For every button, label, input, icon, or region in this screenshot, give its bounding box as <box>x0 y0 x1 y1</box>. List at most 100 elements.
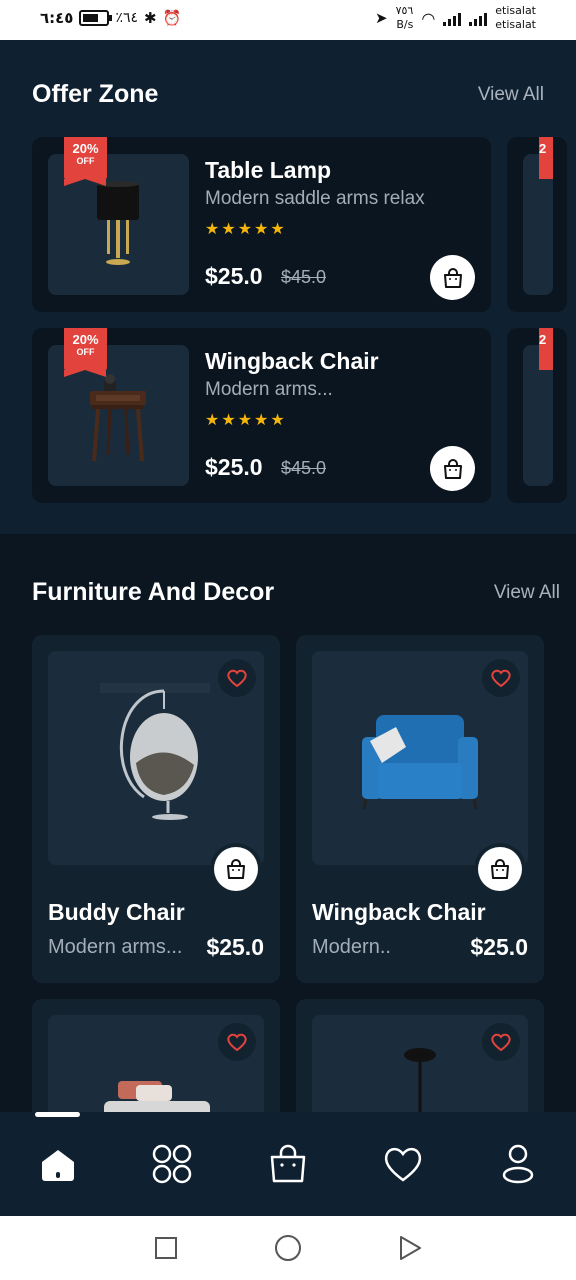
product-price: $25.0 <box>205 263 263 289</box>
star-icon: ★ <box>254 221 269 238</box>
nav-cart[interactable] <box>264 1140 312 1188</box>
bag-icon <box>443 267 462 288</box>
status-right: ➤ ٧٥٦ B/s ◠ etisalat etisalat <box>375 4 536 32</box>
offer-card[interactable]: 20% OFF Wingback Chair Modern arms... ★ ★… <box>32 328 491 503</box>
bag-icon <box>491 859 509 879</box>
add-to-cart-button[interactable] <box>430 446 475 491</box>
favorite-button[interactable] <box>482 1023 520 1061</box>
nav-active-indicator <box>35 1112 80 1117</box>
bag-icon <box>443 458 462 479</box>
status-left: ٦:٤٥ ٪٦٤ ✱ ⏰ <box>40 9 181 27</box>
add-to-cart-circle <box>214 847 258 891</box>
heart-icon <box>227 1033 247 1052</box>
add-to-cart-button[interactable] <box>210 843 262 895</box>
discount-percent: 20% <box>72 332 99 347</box>
bag-icon <box>270 1144 306 1183</box>
product-price: $25.0 <box>205 454 263 480</box>
net-speed-value: ٧٥٦ <box>395 4 414 17</box>
star-icon: ★ <box>237 221 253 238</box>
offer-card[interactable]: 20% OFF Table Lamp Modern saddle arms re… <box>32 137 491 312</box>
product-image <box>312 651 528 865</box>
discount-badge: 2 <box>539 328 553 370</box>
product-desc: Modern arms... <box>48 936 183 958</box>
system-nav <box>0 1216 576 1280</box>
heart-icon <box>384 1147 422 1182</box>
heart-icon <box>491 669 511 688</box>
square-icon <box>155 1237 177 1259</box>
discount-badge: 20% OFF <box>64 328 107 377</box>
furniture-view-all-link[interactable]: View All <box>494 582 560 604</box>
product-old-price: $45.0 <box>281 458 327 478</box>
furniture-title: Furniture And Decor <box>32 578 275 606</box>
star-icon: ★ <box>205 221 220 238</box>
net-speed: ٧٥٦ B/s <box>396 4 414 32</box>
bag-icon <box>227 859 245 879</box>
product-name: Wingback Chair <box>205 348 379 374</box>
net-speed-unit: B/s <box>396 18 414 31</box>
battery-icon <box>79 10 113 26</box>
home-icon <box>42 1150 74 1181</box>
recents-button[interactable] <box>150 1232 182 1264</box>
home-button[interactable] <box>272 1232 304 1264</box>
product-desc: Modern.. <box>312 936 391 958</box>
rating-stars: ★ ★ ★ ★ ★ <box>205 410 285 430</box>
product-desc: Modern saddle arms relax <box>205 188 425 209</box>
nav-categories[interactable] <box>148 1140 196 1188</box>
wifi-icon: ◠ <box>421 8 436 28</box>
carrier-2: etisalat <box>495 18 536 31</box>
offer-view-all-link[interactable]: View All <box>478 84 544 106</box>
offer-zone-section: Offer Zone View All 20% OFF Table Lamp M… <box>0 40 576 534</box>
offer-card-peek[interactable]: 2 <box>507 328 567 503</box>
star-icon: ★ <box>237 412 253 429</box>
product-name: Wingback Chair <box>312 899 486 925</box>
heart-icon <box>227 669 247 688</box>
circle-icon <box>275 1235 301 1261</box>
bluetooth-icon: ✱ <box>144 9 157 27</box>
battery-percent: ٪٦٤ <box>115 10 139 26</box>
product-price: $25.0 <box>206 934 264 960</box>
signal-icon-1 <box>443 10 462 26</box>
star-icon: ★ <box>205 412 220 429</box>
bottom-nav <box>0 1112 576 1216</box>
status-bar: ٦:٤٥ ٪٦٤ ✱ ⏰ ➤ ٧٥٦ B/s ◠ etisalat etisal… <box>0 0 576 40</box>
discount-off: OFF <box>76 156 95 166</box>
signal-icon-2 <box>469 10 488 26</box>
product-image <box>48 651 264 865</box>
carrier-1: etisalat <box>495 4 536 17</box>
add-to-cart-button[interactable] <box>430 255 475 300</box>
star-icon: ★ <box>221 412 236 429</box>
star-icon: ★ <box>221 221 236 238</box>
nav-home[interactable] <box>34 1140 82 1188</box>
add-to-cart-button[interactable] <box>474 843 526 895</box>
discount-badge: 20% OFF <box>64 137 107 186</box>
product-price: $25.0 <box>470 934 528 960</box>
product-name: Table Lamp <box>205 157 332 183</box>
nav-profile[interactable] <box>494 1140 542 1188</box>
telegram-icon: ➤ <box>375 9 388 27</box>
star-icon: ★ <box>254 412 269 429</box>
product-old-price: $45.0 <box>281 267 327 287</box>
product-desc: Modern arms... <box>205 379 333 400</box>
discount-percent: 20% <box>72 141 99 156</box>
favorite-button[interactable] <box>218 659 256 697</box>
product-card[interactable]: Wingback Chair Modern.. $25.0 <box>296 635 544 983</box>
back-button[interactable] <box>394 1232 426 1264</box>
product-card[interactable]: Buddy Chair Modern arms... $25.0 <box>32 635 280 983</box>
profile-icon <box>502 1144 534 1184</box>
discount-badge: 2 <box>539 137 553 179</box>
discount-off: OFF <box>76 347 95 357</box>
offer-zone-title: Offer Zone <box>32 80 159 108</box>
offer-card-peek[interactable]: 2 <box>507 137 567 312</box>
favorite-button[interactable] <box>482 659 520 697</box>
heart-icon <box>491 1033 511 1052</box>
grid-icon <box>152 1144 192 1184</box>
star-icon: ★ <box>270 221 285 238</box>
product-name: Buddy Chair <box>48 899 185 925</box>
triangle-icon <box>400 1236 421 1260</box>
star-icon: ★ <box>270 412 285 429</box>
add-to-cart-circle <box>478 847 522 891</box>
carriers: etisalat etisalat <box>495 4 536 32</box>
rating-stars: ★ ★ ★ ★ ★ <box>205 219 285 239</box>
favorite-button[interactable] <box>218 1023 256 1061</box>
nav-favorites[interactable] <box>379 1140 427 1188</box>
